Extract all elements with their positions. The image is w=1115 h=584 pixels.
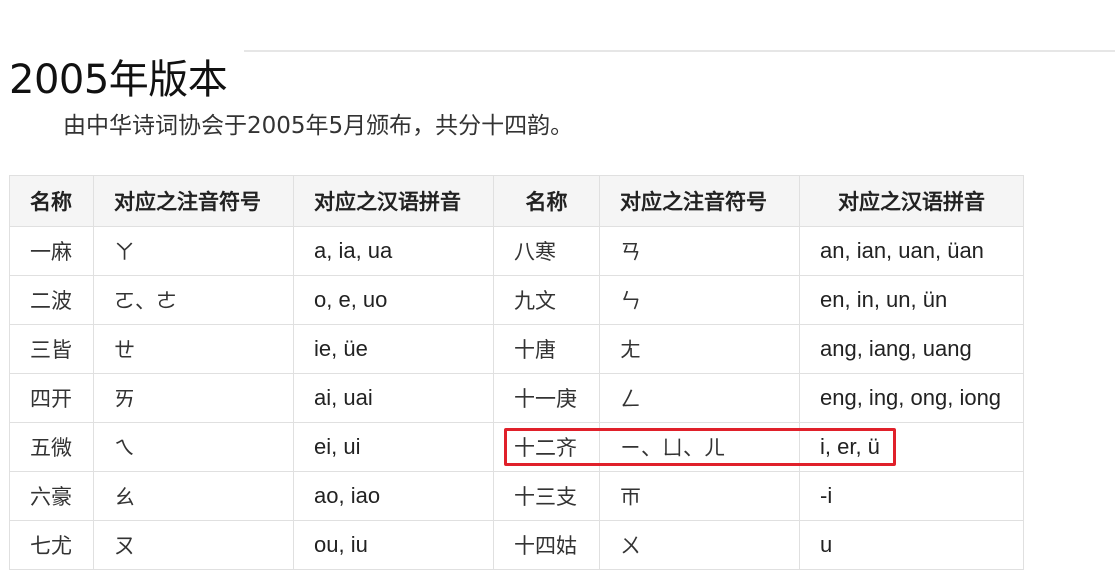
table-row: 三皆 ㄝ ie, üe 十唐 ㄤ ang, iang, uang: [9, 324, 1024, 374]
cell-pinyin: -i: [799, 471, 1024, 521]
cell-zhuyin: ㄞ: [93, 373, 294, 423]
cell-zhuyin: ㄨ: [599, 520, 800, 570]
cell-pinyin: u: [799, 520, 1024, 570]
header-name-left: 名称: [9, 175, 94, 227]
cell-zhuyin: ㄟ: [93, 422, 294, 472]
cell-name: 四开: [9, 373, 94, 423]
cell-zhuyin: ㄤ: [599, 324, 800, 374]
header-zhuyin-right: 对应之注音符号: [599, 175, 800, 227]
cell-pinyin: ang, iang, uang: [799, 324, 1024, 374]
cell-zhuyin: ㄡ: [93, 520, 294, 570]
cell-pinyin: a, ia, ua: [293, 226, 494, 276]
cell-name: 八寒: [493, 226, 600, 276]
cell-pinyin: an, ian, uan, üan: [799, 226, 1024, 276]
cell-pinyin: ie, üe: [293, 324, 494, 374]
cell-zhuyin: ㄠ: [93, 471, 294, 521]
table-row: 四开 ㄞ ai, uai 十一庚 ㄥ eng, ing, ong, iong: [9, 373, 1024, 423]
header-pinyin-left: 对应之汉语拼音: [293, 175, 494, 227]
cell-name: 二波: [9, 275, 94, 325]
table-header-row: 名称 对应之注音符号 对应之汉语拼音 名称 对应之注音符号 对应之汉语拼音: [9, 175, 1024, 227]
table-row: 一麻 ㄚ a, ia, ua 八寒 ㄢ an, ian, uan, üan: [9, 226, 1024, 276]
cell-pinyin: o, e, uo: [293, 275, 494, 325]
cell-name: 六豪: [9, 471, 94, 521]
table-row: 二波 ㄛ、ㄜ o, e, uo 九文 ㄣ en, in, un, ün: [9, 275, 1024, 325]
cell-zhuyin: ㄚ: [93, 226, 294, 276]
cell-name: 十二齐: [493, 422, 600, 472]
cell-name: 七尤: [9, 520, 94, 570]
cell-name: 五微: [9, 422, 94, 472]
header-name-right: 名称: [493, 175, 600, 227]
cell-pinyin: ei, ui: [293, 422, 494, 472]
page-title: 2005年版本: [9, 56, 228, 103]
cell-name: 一麻: [9, 226, 94, 276]
cell-zhuyin: ㄛ、ㄜ: [93, 275, 294, 325]
cell-zhuyin: ㄣ: [599, 275, 800, 325]
header-pinyin-right: 对应之汉语拼音: [799, 175, 1024, 227]
cell-pinyin: i, er, ü: [799, 422, 1024, 472]
cell-pinyin: ou, iu: [293, 520, 494, 570]
table-row: 七尤 ㄡ ou, iu 十四姑 ㄨ u: [9, 520, 1024, 570]
cell-zhuyin: ㄢ: [599, 226, 800, 276]
cell-name: 九文: [493, 275, 600, 325]
intro-paragraph: 由中华诗词协会于2005年5月颁布，共分十四韵。: [63, 113, 574, 139]
cell-zhuyin: ㄝ: [93, 324, 294, 374]
cell-pinyin: ai, uai: [293, 373, 494, 423]
section-heading: 2005年版本: [0, 24, 1115, 103]
cell-zhuyin: ㄭ: [599, 471, 800, 521]
cell-pinyin: eng, ing, ong, iong: [799, 373, 1024, 423]
cell-name: 三皆: [9, 324, 94, 374]
cell-pinyin: en, in, un, ün: [799, 275, 1024, 325]
cell-name: 十四姑: [493, 520, 600, 570]
cell-zhuyin: ㄧ、ㄩ、ㄦ: [599, 422, 800, 472]
cell-name: 十唐: [493, 324, 600, 374]
header-zhuyin-left: 对应之注音符号: [93, 175, 294, 227]
cell-name: 十一庚: [493, 373, 600, 423]
cell-zhuyin: ㄥ: [599, 373, 800, 423]
table-row: 六豪 ㄠ ao, iao 十三支 ㄭ -i: [9, 471, 1024, 521]
cell-name: 十三支: [493, 471, 600, 521]
cell-pinyin: ao, iao: [293, 471, 494, 521]
table-row: 五微 ㄟ ei, ui 十二齐 ㄧ、ㄩ、ㄦ i, er, ü: [9, 422, 1024, 472]
heading-divider: [244, 50, 1115, 52]
rhyme-table: 名称 对应之注音符号 对应之汉语拼音 名称 对应之注音符号 对应之汉语拼音 一麻…: [9, 175, 1024, 570]
